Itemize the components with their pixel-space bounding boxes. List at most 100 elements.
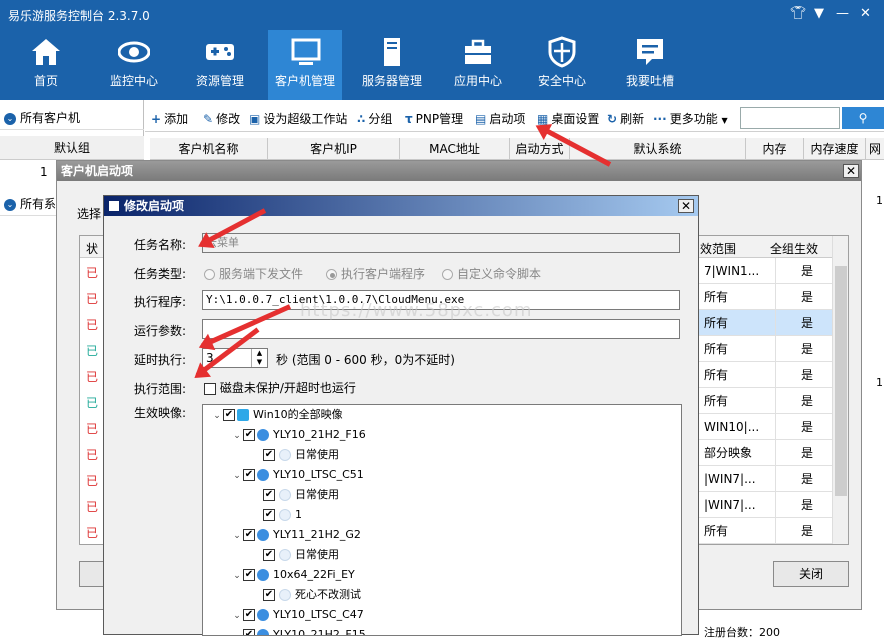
- refresh-button[interactable]: ↻ 刷新: [607, 110, 644, 127]
- radio-custom-script[interactable]: 自定义命令脚本: [442, 265, 541, 282]
- default-group-header[interactable]: 默认组: [0, 136, 144, 160]
- task-name-field[interactable]: 云菜单: [202, 233, 680, 253]
- col-network[interactable]: 网: [866, 138, 884, 160]
- scope-cell: 7|WIN1...: [698, 258, 776, 284]
- edit-button[interactable]: ✎ 修改: [203, 110, 240, 127]
- nav-feedback[interactable]: 我要吐槽: [612, 30, 688, 100]
- table-row[interactable]: 所有 是: [698, 388, 848, 414]
- tree-node[interactable]: ✔ 日常使用: [251, 545, 339, 565]
- col-mac[interactable]: MAC地址: [400, 138, 510, 160]
- col-client-name[interactable]: 客户机名称: [150, 138, 268, 160]
- list-icon: ▤: [475, 112, 487, 126]
- more-functions-button[interactable]: ··· 更多功能 ▼: [653, 110, 728, 127]
- tree-node[interactable]: ⌄ ✔ YLY11_21H2_G2: [231, 525, 361, 545]
- scroll-thumb[interactable]: [835, 266, 847, 496]
- table-row[interactable]: 所有 是: [698, 336, 848, 362]
- nav-home[interactable]: 首页: [8, 30, 84, 100]
- checkbox[interactable]: ✔: [243, 529, 255, 541]
- checkbox[interactable]: ✔: [243, 429, 255, 441]
- col-memory[interactable]: 内存: [746, 138, 804, 160]
- tree-all-clients[interactable]: ⌄ 所有客户机: [0, 106, 144, 130]
- table-row[interactable]: 部分映象 是: [698, 440, 848, 466]
- pnp-button[interactable]: τ PNP管理: [405, 110, 463, 127]
- checkbox[interactable]: ✔: [263, 449, 275, 461]
- table-row[interactable]: 所有 是: [698, 518, 848, 544]
- close-app-icon[interactable]: ✕: [860, 6, 871, 21]
- nav-monitor[interactable]: 监控中心: [96, 30, 172, 100]
- checkbox[interactable]: [204, 382, 216, 395]
- close-button[interactable]: 关闭: [773, 561, 849, 587]
- table-row[interactable]: 所有 是: [698, 362, 848, 388]
- search-input[interactable]: [740, 107, 840, 129]
- table-row[interactable]: WIN10|... 是: [698, 414, 848, 440]
- checkbox[interactable]: ✔: [263, 509, 275, 521]
- disc-icon: [257, 609, 269, 621]
- chevron-down-icon[interactable]: ⌄: [231, 566, 243, 586]
- group-button[interactable]: ∴ 分组: [357, 110, 392, 127]
- startup-items-button[interactable]: ▤ 启动项: [475, 110, 525, 127]
- checkbox[interactable]: ✔: [243, 569, 255, 581]
- chevron-down-icon[interactable]: ⌄: [231, 466, 243, 486]
- scope-cell: WIN10|...: [698, 414, 776, 440]
- status-cell: 已: [86, 266, 99, 280]
- set-super-workstation-button[interactable]: ▣ 设为超级工作站: [249, 110, 347, 127]
- pnp-icon: τ: [405, 112, 413, 126]
- nav-resources[interactable]: 资源管理: [182, 30, 258, 100]
- checkbox[interactable]: ✔: [263, 589, 275, 601]
- dot-icon: [279, 589, 291, 601]
- tree-node[interactable]: ✔ 日常使用: [251, 485, 339, 505]
- radio-client-program[interactable]: 执行客户端程序: [326, 265, 425, 282]
- minimize-icon[interactable]: —: [836, 6, 849, 21]
- col-client-ip[interactable]: 客户机IP: [268, 138, 400, 160]
- tree-node[interactable]: ✔ 日常使用: [251, 445, 339, 465]
- table-row[interactable]: |WIN7|... 是: [698, 466, 848, 492]
- chevron-down-icon[interactable]: ⌄: [231, 526, 243, 546]
- nav-apps[interactable]: 应用中心: [440, 30, 516, 100]
- checkbox[interactable]: ✔: [223, 409, 235, 421]
- table-row[interactable]: 所有 是: [698, 284, 848, 310]
- scope-checkbox[interactable]: 磁盘未保护/开超时也运行: [204, 379, 356, 396]
- table-row[interactable]: |WIN7|... 是: [698, 492, 848, 518]
- tree-node[interactable]: ⌄ ✔ Win10的全部映像: [211, 405, 343, 425]
- tree-node[interactable]: ⌄ ✔ YLY10_21H2_F15: [231, 625, 366, 635]
- client-table-overflow: 1 1: [862, 160, 884, 610]
- tree-node[interactable]: ⌄ ✔ YLY10_LTSC_C47: [231, 605, 364, 625]
- checkbox[interactable]: ✔: [243, 469, 255, 481]
- scope-cell: 所有: [698, 362, 776, 388]
- checkbox[interactable]: ✔: [243, 609, 255, 621]
- checkbox[interactable]: ✔: [263, 489, 275, 501]
- table-row[interactable]: 所有 是: [698, 310, 848, 336]
- all-group-cell: 是: [800, 472, 813, 486]
- stepper-arrows[interactable]: ▲ ▼: [251, 349, 267, 367]
- nav-clients[interactable]: 客户机管理: [268, 30, 342, 100]
- server-icon: [384, 38, 400, 66]
- menu-dropdown-icon[interactable]: ▼: [814, 6, 824, 21]
- close-icon[interactable]: ✕: [843, 164, 859, 178]
- tree-node[interactable]: ⌄ ✔ YLY10_21H2_F16: [231, 425, 366, 445]
- tree-node[interactable]: ✔ 1: [251, 505, 302, 525]
- table-row[interactable]: 7|WIN1... 是: [698, 258, 848, 284]
- chevron-down-icon[interactable]: ⌄: [231, 426, 243, 446]
- chevron-down-icon[interactable]: ⌄: [231, 606, 243, 626]
- run-args-field[interactable]: [202, 319, 680, 339]
- radio-server-file[interactable]: 服务端下发文件: [204, 265, 303, 282]
- nav-security[interactable]: 安全中心: [524, 30, 600, 100]
- tree-node[interactable]: ⌄ ✔ YLY10_LTSC_C51: [231, 465, 364, 485]
- chevron-down-icon[interactable]: ⌄: [211, 406, 223, 426]
- chevron-down-icon: ▼: [721, 116, 728, 125]
- refresh-icon: ↻: [607, 112, 618, 126]
- search-icon: ⚲: [858, 111, 868, 125]
- scope-cell: 所有: [698, 518, 776, 544]
- client-table-header: 客户机名称 客户机IP MAC地址 启动方式 默认系统 内存 内存速度 网: [150, 138, 884, 160]
- nav-servers[interactable]: 服务器管理: [354, 30, 430, 100]
- table-scrollbar[interactable]: [832, 236, 848, 544]
- checkbox[interactable]: ✔: [263, 549, 275, 561]
- search-button[interactable]: ⚲: [842, 107, 884, 129]
- shirt-icon[interactable]: 👕︎: [790, 6, 807, 21]
- tree-node[interactable]: ⌄ ✔ 10x64_22Fi_EY: [231, 565, 355, 585]
- tree-node[interactable]: ✔ 死心不改测试: [251, 585, 361, 605]
- add-button[interactable]: + 添加: [151, 110, 188, 127]
- col-memory-speed[interactable]: 内存速度: [804, 138, 866, 160]
- close-icon[interactable]: ✕: [678, 199, 694, 213]
- gamepad-icon: [206, 44, 234, 60]
